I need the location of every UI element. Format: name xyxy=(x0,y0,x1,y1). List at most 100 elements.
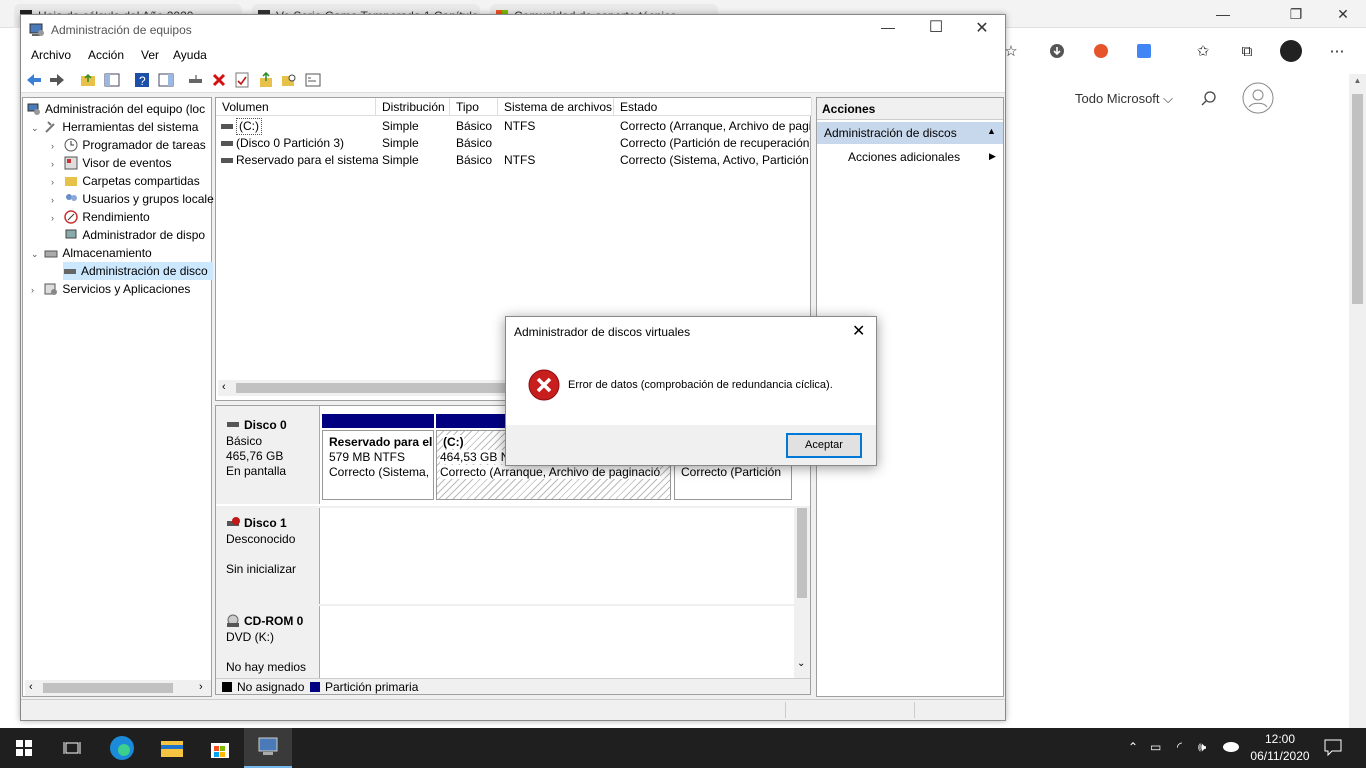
more-icon[interactable]: ⋯ xyxy=(1326,40,1348,62)
menu-ayuda[interactable]: Ayuda xyxy=(173,48,207,62)
dialog-close-button[interactable]: ✕ xyxy=(852,321,865,341)
computer-management-taskbar-icon[interactable] xyxy=(244,728,292,768)
tree-item-dispositivos[interactable]: Administrador de dispo xyxy=(51,226,205,244)
menu-archivo[interactable]: Archivo xyxy=(31,48,71,62)
menu-ver[interactable]: Ver xyxy=(141,48,159,62)
volume-icon xyxy=(221,158,233,163)
volume-icon[interactable]: 🕪 xyxy=(1198,739,1206,755)
tree-item-programador[interactable]: › Programador de tareas xyxy=(51,136,206,154)
disk1-info[interactable]: Disco 1 Desconocido Sin inicializar xyxy=(216,508,320,604)
tree-item-carpetas[interactable]: › Carpetas compartidas xyxy=(51,172,200,190)
chevron-right-icon[interactable]: › xyxy=(51,173,61,191)
scroll-right-icon[interactable]: › xyxy=(199,681,203,693)
edge-icon[interactable] xyxy=(98,728,146,768)
start-windows-icon[interactable] xyxy=(0,728,48,768)
battery-icon[interactable]: ▭ xyxy=(1150,740,1161,754)
store-icon[interactable] xyxy=(196,728,244,768)
clock[interactable]: 12:00 06/11/2020 xyxy=(1245,732,1315,763)
collapse-icon[interactable]: ▲ xyxy=(987,126,996,136)
tree-item-administracion-discos[interactable]: Administración de disco xyxy=(63,262,213,280)
tree-item-rendimiento[interactable]: › Rendimiento xyxy=(51,208,150,226)
search-scope-dropdown[interactable]: Todo Microsoft ⌵ xyxy=(1075,91,1173,107)
console-icon[interactable] xyxy=(304,71,322,89)
back-icon[interactable] xyxy=(25,71,43,89)
tree-item-label: Carpetas compartidas xyxy=(82,174,200,188)
scroll-left-icon[interactable]: ‹ xyxy=(29,681,33,693)
dialog-title: Administrador de discos virtuales xyxy=(514,325,691,339)
scroll-thumb[interactable] xyxy=(43,683,173,693)
chevron-right-icon[interactable]: › xyxy=(31,281,41,299)
cdrom-info[interactable]: CD-ROM 0 DVD (K:) No hay medios xyxy=(216,606,320,678)
forward-icon[interactable] xyxy=(48,71,66,89)
profile-avatar[interactable] xyxy=(1280,40,1302,62)
column-volumen[interactable]: Volumen xyxy=(216,98,376,116)
tree-item-servicios[interactable]: › Servicios y Aplicaciones xyxy=(31,280,190,298)
tree-horizontal-scrollbar[interactable]: ‹ › xyxy=(25,680,211,696)
disk0-info[interactable]: Disco 0 Básico 465,76 GB En pantalla xyxy=(216,406,320,504)
browser-minimize-icon[interactable]: — xyxy=(1200,0,1246,28)
browser-restore-icon[interactable]: ❐ xyxy=(1273,0,1319,28)
scroll-left-icon[interactable]: ‹ xyxy=(222,381,226,393)
chevron-right-icon[interactable]: › xyxy=(51,209,61,227)
column-tipo[interactable]: Tipo xyxy=(450,98,498,116)
partition-reservado[interactable]: Reservado para el 579 MB NTFS Correcto (… xyxy=(322,430,434,500)
search-folder-icon[interactable] xyxy=(280,71,298,89)
weather-cloud-icon[interactable] xyxy=(1222,740,1240,752)
show-hide-tree-icon[interactable] xyxy=(103,71,121,89)
scroll-down-icon[interactable]: ⌄ xyxy=(797,658,805,669)
close-button[interactable]: ✕ xyxy=(967,18,997,40)
actions-section[interactable]: Administración de discos ▲ xyxy=(817,122,1003,144)
scroll-thumb[interactable] xyxy=(1352,94,1363,304)
tree-root[interactable]: Administración del equipo (loc xyxy=(27,100,205,118)
ok-button[interactable]: Aceptar xyxy=(786,433,862,458)
column-sistema-archivos[interactable]: Sistema de archivos xyxy=(498,98,614,116)
tree-item-herramientas[interactable]: ⌄ Herramientas del sistema xyxy=(31,118,198,136)
tree-item-usuarios[interactable]: › Usuarios y grupos locale xyxy=(51,190,214,208)
actions-more[interactable]: Acciones adicionales ▶ xyxy=(817,148,1003,168)
search-icon[interactable] xyxy=(1200,90,1218,108)
disk-view-scrollbar[interactable]: ⌄ xyxy=(794,506,810,678)
scroll-thumb[interactable] xyxy=(797,508,807,598)
tray-chevron-up-icon[interactable]: ⌃ xyxy=(1128,740,1138,754)
minimize-button[interactable]: — xyxy=(873,19,903,41)
column-estado[interactable]: Estado xyxy=(614,98,812,116)
export-icon[interactable] xyxy=(257,71,275,89)
disk1-status: Sin inicializar xyxy=(226,562,297,576)
file-explorer-icon[interactable] xyxy=(148,728,196,768)
chevron-down-icon[interactable]: ⌄ xyxy=(31,245,41,263)
collections-icon[interactable]: ⧉ xyxy=(1236,40,1258,62)
favorites-icon[interactable]: ✩ xyxy=(1192,40,1214,62)
download-icon[interactable] xyxy=(1046,40,1068,62)
table-row[interactable]: (Disco 0 Partición 3) Simple Básico Correct… xyxy=(216,135,812,152)
chevron-right-icon[interactable]: › xyxy=(51,191,61,209)
extension-icon[interactable] xyxy=(1090,40,1112,62)
computer-management-icon xyxy=(29,22,45,38)
tree-item-almacenamiento[interactable]: ⌄ Almacenamiento xyxy=(31,244,152,262)
task-view-icon[interactable] xyxy=(48,728,96,768)
properties-check-icon[interactable] xyxy=(233,71,251,89)
browser-scrollbar[interactable]: ▲ xyxy=(1349,74,1366,728)
browser-close-icon[interactable]: ✕ xyxy=(1320,0,1366,28)
connect-disk-icon[interactable] xyxy=(187,71,205,89)
column-distribucion[interactable]: Distribución xyxy=(376,98,450,116)
notifications-icon[interactable] xyxy=(1324,738,1342,756)
chevron-down-icon[interactable]: ⌄ xyxy=(31,119,41,137)
show-action-pane-icon[interactable] xyxy=(157,71,175,89)
wifi-icon[interactable]: ◜ xyxy=(1177,739,1182,755)
up-folder-icon[interactable] xyxy=(79,71,97,89)
menu-accion[interactable]: Acción xyxy=(88,48,124,62)
table-row[interactable]: Reservado para el sistema Simple Básico NTF… xyxy=(216,152,812,169)
tree-item-visor[interactable]: › Visor de eventos xyxy=(51,154,172,172)
scroll-thumb[interactable] xyxy=(236,383,516,393)
delete-icon[interactable] xyxy=(210,71,228,89)
translate-icon[interactable] xyxy=(1133,40,1155,62)
help-icon[interactable]: ? xyxy=(133,71,151,89)
scroll-up-icon[interactable]: ▲ xyxy=(1351,76,1364,86)
legend-bar: No asignado Partición primaria xyxy=(216,678,810,694)
maximize-button[interactable]: ☐ xyxy=(921,17,951,39)
table-row[interactable]: (C:) Simple Básico NTFS Correcto (Arranque, … xyxy=(216,118,812,135)
account-icon[interactable] xyxy=(1242,82,1274,114)
cdrom-icon xyxy=(226,614,240,628)
chevron-right-icon[interactable]: › xyxy=(51,137,61,155)
chevron-right-icon[interactable]: › xyxy=(51,155,61,173)
